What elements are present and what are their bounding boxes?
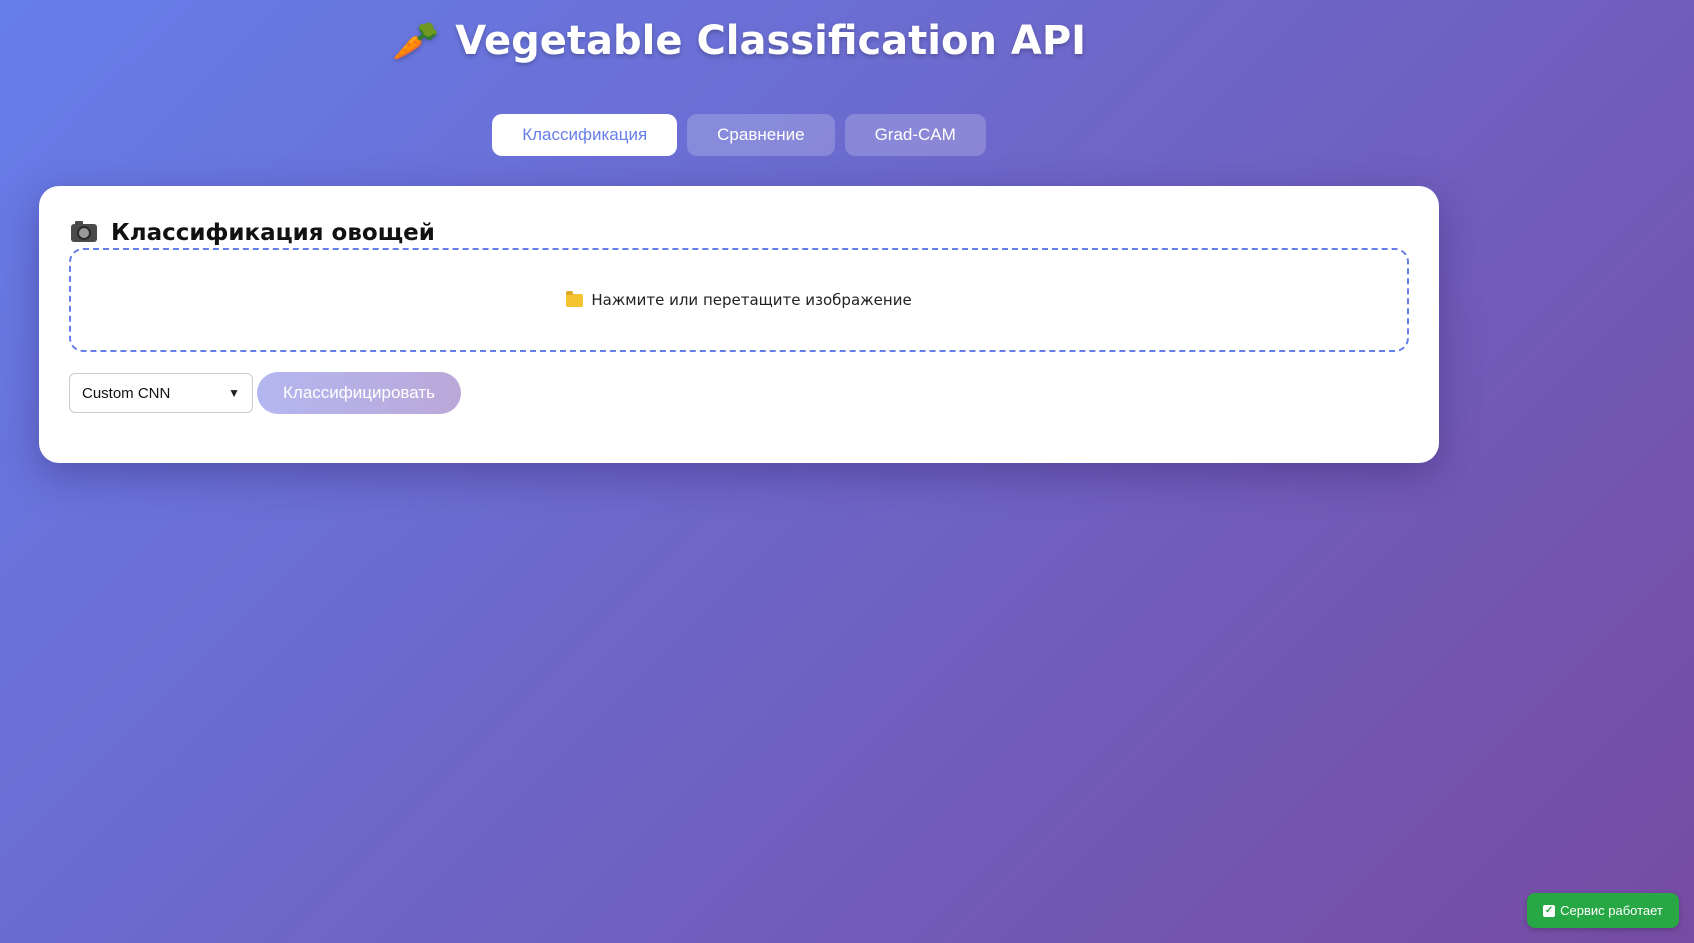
model-select-value: Custom CNN: [82, 384, 171, 402]
tab-classification[interactable]: Классификация: [492, 114, 678, 156]
page-title: 🥕 Vegetable Classification API: [392, 18, 1086, 64]
classification-card: Классификация овощей Нажмите или перетащ…: [39, 186, 1439, 463]
tab-bar: Классификация Сравнение Grad-CAM: [0, 114, 1478, 156]
page-title-text: Vegetable Classification API: [455, 18, 1087, 64]
model-select[interactable]: Custom CNN ▼: [69, 373, 253, 413]
tab-comparison[interactable]: Сравнение: [687, 114, 835, 156]
camera-icon: [71, 221, 97, 242]
folder-icon: [566, 290, 584, 307]
chevron-down-icon: ▼: [228, 386, 240, 400]
page-header: 🥕 Vegetable Classification API: [0, 18, 1478, 64]
check-icon: ✓: [1543, 904, 1556, 917]
status-text: Сервис работает: [1560, 903, 1663, 918]
image-dropzone[interactable]: Нажмите или перетащите изображение: [69, 248, 1409, 352]
carrot-icon: 🥕: [391, 19, 440, 63]
card-title: Классификация овощей: [71, 220, 435, 246]
card-title-text: Классификация овощей: [111, 220, 435, 246]
status-badge: ✓ Сервис работает: [1527, 893, 1679, 928]
tab-grad-cam[interactable]: Grad-CAM: [844, 114, 986, 156]
classify-button[interactable]: Классифицировать: [257, 372, 461, 414]
dropzone-text: Нажмите или перетащите изображение: [591, 291, 912, 309]
classify-controls: Custom CNN ▼ Классифицировать: [69, 372, 461, 414]
